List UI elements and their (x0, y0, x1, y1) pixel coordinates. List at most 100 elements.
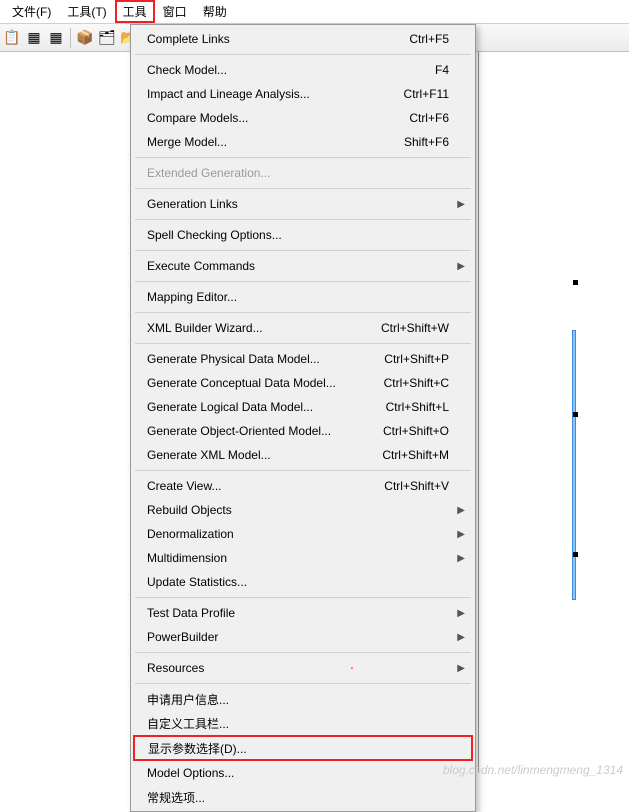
menubar-item-0[interactable]: 文件(F) (4, 0, 59, 23)
menu-item-label: Multidimension (147, 551, 449, 565)
menu-separator (135, 281, 471, 282)
menubar-item-3[interactable]: 窗口 (155, 0, 195, 23)
menu-item-label: Generate Physical Data Model... (147, 352, 384, 366)
menu-separator (135, 343, 471, 344)
menu-item-label: Test Data Profile (147, 606, 449, 620)
chevron-right-icon: ▶ (457, 529, 465, 540)
menu-separator (135, 188, 471, 189)
handle-dot[interactable] (573, 552, 578, 557)
menu-item[interactable]: Denormalization ▶ (133, 522, 473, 546)
menu-item[interactable]: Generate Conceptual Data Model...Ctrl+Sh… (133, 371, 473, 395)
marker-dot: . (350, 656, 354, 672)
menu-item[interactable]: Mapping Editor... (133, 285, 473, 309)
menu-item-label: Resources (147, 661, 449, 675)
selection-strip (572, 330, 576, 600)
menu-item-label: Denormalization (147, 527, 449, 541)
menu-item-label: Spell Checking Options... (147, 228, 449, 242)
menu-item[interactable]: Generate XML Model...Ctrl+Shift+M (133, 443, 473, 467)
chevron-right-icon: ▶ (457, 663, 465, 674)
menu-item-shortcut: Ctrl+Shift+V (384, 479, 449, 493)
menu-item-label: XML Builder Wizard... (147, 321, 381, 335)
menu-separator (135, 250, 471, 251)
handle-dot[interactable] (573, 280, 578, 285)
menu-item-label: Impact and Lineage Analysis... (147, 87, 404, 101)
menu-item-label: Check Model... (147, 63, 435, 77)
menu-item-shortcut: Shift+F6 (404, 135, 449, 149)
menu-item-shortcut: Ctrl+Shift+P (384, 352, 449, 366)
menu-item[interactable]: 显示参数选择(D)... (134, 736, 472, 760)
menu-item[interactable]: 常规选项... (133, 785, 473, 809)
menu-item: Extended Generation... (133, 161, 473, 185)
handle-dot[interactable] (573, 412, 578, 417)
menu-item-label: Mapping Editor... (147, 290, 449, 304)
menu-item-shortcut: Ctrl+Shift+L (386, 400, 449, 414)
toolbar-icon-5[interactable]: 🗂 (97, 28, 117, 48)
chevron-right-icon: ▶ (457, 261, 465, 272)
chevron-right-icon: ▶ (457, 553, 465, 564)
menu-item[interactable]: Multidimension ▶ (133, 546, 473, 570)
menu-item-shortcut: Ctrl+F6 (409, 111, 449, 125)
highlighted-menu-item: 显示参数选择(D)... (133, 735, 473, 761)
menu-item-label: Compare Models... (147, 111, 409, 125)
chevron-right-icon: ▶ (457, 505, 465, 516)
menu-item[interactable]: Test Data Profile▶ (133, 601, 473, 625)
menu-item-label: Rebuild Objects (147, 503, 449, 517)
menu-item-label: 申请用户信息... (147, 691, 449, 708)
menu-item-shortcut: Ctrl+F11 (404, 87, 449, 101)
menu-item-label: 常规选项... (147, 789, 449, 806)
menu-item-shortcut: Ctrl+Shift+C (384, 376, 449, 390)
menu-item[interactable]: 自定义工具栏... (133, 711, 473, 735)
menubar-item-1[interactable]: 工具(T) (59, 0, 114, 23)
menubar-item-4[interactable]: 帮助 (195, 0, 235, 23)
menu-item[interactable]: Check Model...F4 (133, 58, 473, 82)
menu-item-label: Generate Object-Oriented Model... (147, 424, 383, 438)
menu-item[interactable]: Update Statistics... (133, 570, 473, 594)
menu-item[interactable]: PowerBuilder ▶ (133, 625, 473, 649)
menu-item[interactable]: 申请用户信息... (133, 687, 473, 711)
menu-separator (135, 470, 471, 471)
menu-separator (135, 597, 471, 598)
menu-separator (135, 312, 471, 313)
menu-item[interactable]: Generation Links▶ (133, 192, 473, 216)
menu-item[interactable]: Create View...Ctrl+Shift+V (133, 474, 473, 498)
menu-item-shortcut: Ctrl+Shift+M (382, 448, 449, 462)
menu-item-label: PowerBuilder (147, 630, 449, 644)
menu-item[interactable]: Spell Checking Options... (133, 223, 473, 247)
menu-item[interactable]: Merge Model...Shift+F6 (133, 130, 473, 154)
menu-item[interactable]: Impact and Lineage Analysis...Ctrl+F11 (133, 82, 473, 106)
menu-separator (135, 683, 471, 684)
menu-item-label: 显示参数选择(D)... (148, 740, 448, 757)
menu-item-label: Complete Links (147, 32, 409, 46)
menu-item-label: Model Options... (147, 766, 449, 780)
watermark: blog.csdn.net/linmengmeng_1314 (443, 763, 623, 777)
menu-item[interactable]: Resources ▶ (133, 656, 473, 680)
menu-item-label: Create View... (147, 479, 384, 493)
menu-item-shortcut: F4 (435, 63, 449, 77)
toolbar-icon-4[interactable]: 📦 (75, 28, 95, 48)
toolbar-icon-1[interactable]: ▦ (24, 28, 44, 48)
menu-item[interactable]: Rebuild Objects ▶ (133, 498, 473, 522)
menu-item-label: Generate Conceptual Data Model... (147, 376, 384, 390)
menu-item[interactable]: Compare Models...Ctrl+F6 (133, 106, 473, 130)
menu-item[interactable]: Generate Physical Data Model...Ctrl+Shif… (133, 347, 473, 371)
menubar-item-2[interactable]: 工具 (115, 0, 155, 23)
menu-item[interactable]: Complete LinksCtrl+F5 (133, 27, 473, 51)
menu-item-shortcut: Ctrl+F5 (409, 32, 449, 46)
menu-item-label: Execute Commands (147, 259, 449, 273)
menu-item-label: Generate Logical Data Model... (147, 400, 386, 414)
menu-separator (135, 219, 471, 220)
menu-item[interactable]: Execute Commands ▶ (133, 254, 473, 278)
menu-item-label: Generate XML Model... (147, 448, 382, 462)
menu-item[interactable]: XML Builder Wizard...Ctrl+Shift+W (133, 316, 473, 340)
menu-item-label: Merge Model... (147, 135, 404, 149)
menu-item[interactable]: Generate Object-Oriented Model...Ctrl+Sh… (133, 419, 473, 443)
menu-item[interactable]: Generate Logical Data Model...Ctrl+Shift… (133, 395, 473, 419)
menu-separator (135, 157, 471, 158)
toolbar-icon-2[interactable]: ▦ (46, 28, 66, 48)
menu-item-shortcut: Ctrl+Shift+O (383, 424, 449, 438)
chevron-right-icon: ▶ (457, 632, 465, 643)
menu-separator (135, 652, 471, 653)
toolbar-icon-0[interactable]: 📋 (2, 28, 22, 48)
menu-item-label: Extended Generation... (147, 166, 449, 180)
menu-item[interactable]: Model Options... (133, 761, 473, 785)
